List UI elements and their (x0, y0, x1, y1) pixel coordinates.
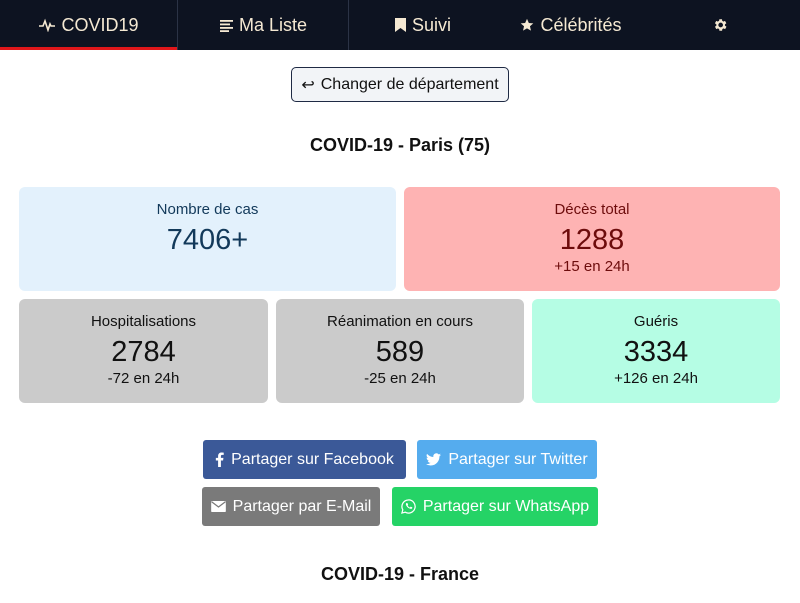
top-nav: COVID19 Ma Liste Suivi Célébrités (0, 0, 800, 50)
hospitalisations-value: 2784 (111, 336, 176, 368)
reanimation-label: Réanimation en cours (327, 313, 473, 330)
nav-item-covid19[interactable]: COVID19 (0, 0, 178, 50)
deaths-card: Décès total 1288 +15 en 24h (404, 187, 780, 291)
twitter-icon (426, 453, 442, 466)
hospitalisations-delta: -72 en 24h (107, 370, 180, 387)
share-facebook-label: Partager sur Facebook (231, 450, 394, 468)
facebook-icon (215, 452, 224, 467)
nav-item-ma-liste[interactable]: Ma Liste (178, 0, 349, 50)
nav-item-settings[interactable] (645, 0, 800, 50)
share-email-button[interactable]: Partager par E-Mail (202, 487, 380, 526)
change-department-button[interactable]: ↩ Changer de département (291, 67, 509, 102)
change-department-label: Changer de département (320, 75, 499, 93)
reanimation-delta: -25 en 24h (364, 370, 436, 387)
whatsapp-icon (400, 499, 416, 514)
pulse-icon (39, 18, 56, 32)
cases-value: 7406+ (166, 224, 249, 256)
share-whatsapp-button[interactable]: Partager sur WhatsApp (392, 487, 598, 526)
gueris-card: Guéris 3334 +126 en 24h (532, 299, 780, 403)
gueris-label: Guéris (633, 313, 679, 330)
reanimation-value: 589 (375, 336, 425, 368)
gueris-value: 3334 (623, 336, 689, 368)
nav-item-celebrites[interactable]: Célébrités (497, 0, 645, 50)
gueris-delta: +126 en 24h (614, 370, 698, 387)
share-twitter-label: Partager sur Twitter (448, 450, 588, 468)
national-title: COVID-19 - France (320, 564, 480, 584)
nav-item-label: Suivi (411, 14, 451, 35)
nav-item-label: Célébrités (540, 14, 622, 35)
gear-icon (712, 17, 728, 33)
share-facebook-button[interactable]: Partager sur Facebook (203, 440, 406, 479)
envelope-icon (210, 501, 226, 512)
deaths-delta: +15 en 24h (554, 258, 630, 275)
nav-item-label: COVID19 (61, 14, 139, 35)
hospitalisations-label: Hospitalisations (90, 313, 197, 330)
local-title: COVID-19 - Paris (75) (309, 135, 491, 155)
share-twitter-button[interactable]: Partager sur Twitter (417, 440, 597, 479)
share-whatsapp-label: Partager sur WhatsApp (422, 497, 590, 515)
bookmark-icon (394, 18, 406, 32)
reanimation-card: Réanimation en cours 589 -25 en 24h (276, 299, 524, 403)
return-arrow-icon: ↩ (301, 76, 315, 94)
cases-card: Nombre de cas 7406+ (19, 187, 396, 291)
deaths-value: 1288 (559, 224, 625, 256)
list-icon (219, 19, 233, 32)
hospitalisations-card: Hospitalisations 2784 -72 en 24h (19, 299, 268, 403)
nav-item-label: Ma Liste (238, 14, 308, 35)
cases-label: Nombre de cas (156, 201, 259, 218)
star-icon (520, 18, 534, 32)
nav-item-suivi[interactable]: Suivi (349, 0, 497, 50)
share-email-label: Partager par E-Mail (232, 497, 372, 515)
deaths-label: Décès total (554, 201, 630, 218)
